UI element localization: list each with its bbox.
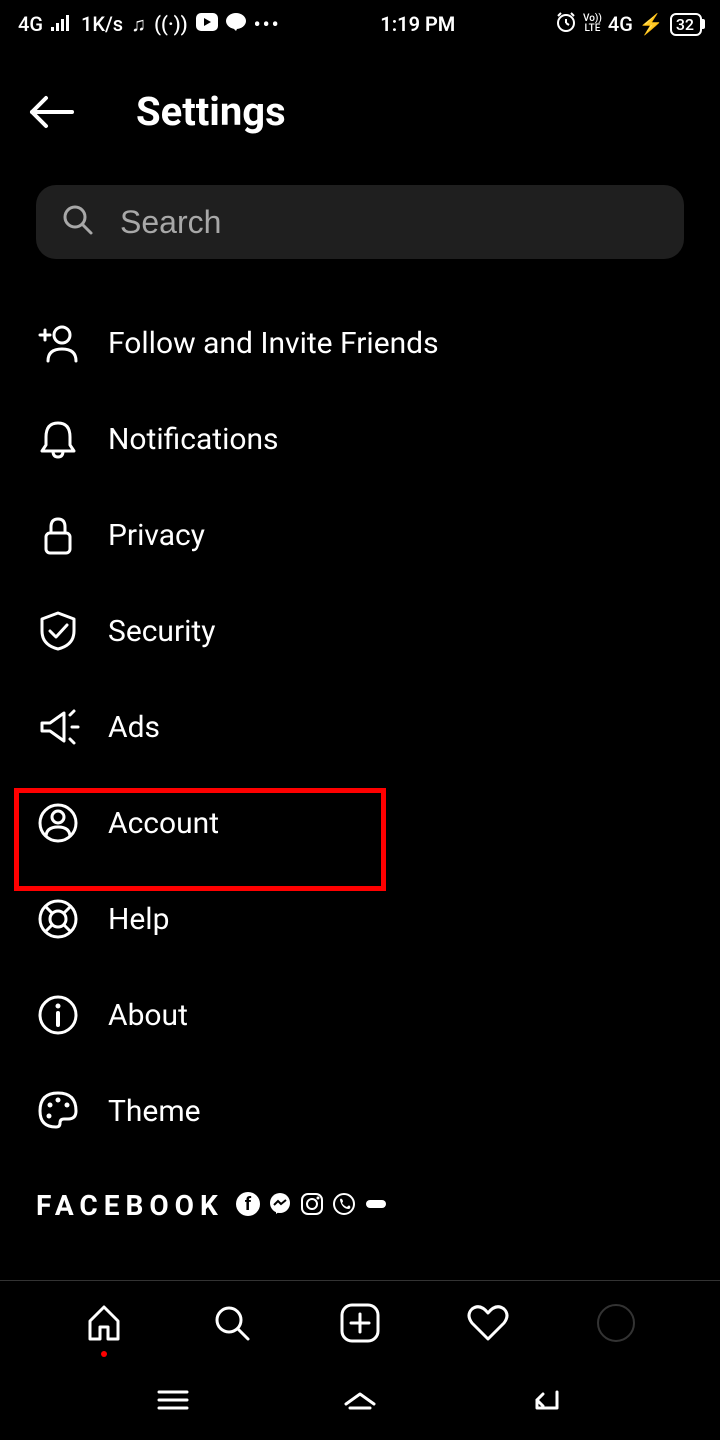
status-bar: 4G 1K/s ♫ ((·)) ••• 1:19 PM Vo))LTE 4G ⚡… [0, 0, 720, 48]
svg-text:f: f [245, 1194, 252, 1215]
menu-item-notifications[interactable]: Notifications [36, 391, 684, 487]
menu-label: Privacy [108, 518, 205, 553]
person-add-icon [36, 321, 80, 365]
charging-icon: ⚡ [639, 12, 664, 36]
facebook-brand: FACEBOOK [36, 1189, 224, 1222]
back-button[interactable] [28, 94, 76, 130]
menu-item-about[interactable]: About [36, 967, 684, 1063]
menu-label: Security [108, 614, 215, 649]
menu-label: Help [108, 902, 169, 937]
more-icon: ••• [254, 12, 281, 36]
status-right: Vo))LTE 4G ⚡ 32 [555, 11, 702, 38]
menu-item-theme[interactable]: Theme [36, 1063, 684, 1159]
menu-item-account[interactable]: Account [36, 775, 684, 871]
sys-home[interactable] [340, 1386, 380, 1418]
sys-recent[interactable] [153, 1386, 193, 1418]
info-icon [36, 993, 80, 1037]
system-nav [0, 1364, 720, 1440]
oculus-icon [364, 1192, 388, 1220]
menu-label: About [108, 998, 188, 1033]
alarm-icon [555, 11, 577, 38]
lock-icon [36, 513, 80, 557]
battery-indicator: 32 [670, 13, 702, 36]
status-left: 4G 1K/s ♫ ((·)) ••• [18, 12, 281, 37]
menu-item-privacy[interactable]: Privacy [36, 487, 684, 583]
facebook-icon: f [236, 1192, 260, 1220]
sys-back[interactable] [527, 1386, 567, 1418]
page-title: Settings [136, 88, 286, 135]
menu-item-ads[interactable]: Ads [36, 679, 684, 775]
youtube-icon [196, 12, 218, 36]
nav-search[interactable] [208, 1299, 256, 1347]
menu-item-follow-invite[interactable]: Follow and Invite Friends [36, 295, 684, 391]
search-input[interactable] [120, 204, 658, 241]
palette-icon [36, 1089, 80, 1133]
shield-icon [36, 609, 80, 653]
settings-menu: Follow and Invite Friends Notifications … [0, 259, 720, 1159]
chat-icon [226, 12, 246, 36]
volte-indicator: Vo))LTE [583, 14, 602, 34]
app-bottom-nav [0, 1280, 720, 1364]
footer-brand: FACEBOOK f [0, 1159, 720, 1222]
brand-icons: f [236, 1192, 388, 1220]
search-bar[interactable] [36, 185, 684, 259]
bell-icon [36, 417, 80, 461]
menu-label: Theme [108, 1094, 201, 1129]
whatsapp-icon [332, 1192, 356, 1220]
megaphone-icon [36, 705, 80, 749]
network-indicator: 4G [18, 12, 43, 36]
hotspot-icon: ((·)) [154, 12, 188, 36]
menu-item-help[interactable]: Help [36, 871, 684, 967]
instagram-icon [300, 1192, 324, 1220]
nav-home[interactable] [80, 1299, 128, 1347]
nav-activity[interactable] [464, 1299, 512, 1347]
menu-label: Follow and Invite Friends [108, 326, 439, 361]
header: Settings [0, 48, 720, 185]
secondary-network: 4G [608, 12, 633, 36]
nav-add-post[interactable] [336, 1299, 384, 1347]
menu-item-security[interactable]: Security [36, 583, 684, 679]
messenger-icon [268, 1192, 292, 1220]
nav-profile[interactable] [592, 1299, 640, 1347]
menu-label: Ads [108, 710, 160, 745]
music-icon: ♫ [131, 12, 146, 37]
menu-label: Notifications [108, 422, 279, 457]
menu-label: Account [108, 806, 219, 841]
account-icon [36, 801, 80, 845]
signal-icon [51, 12, 73, 36]
search-icon [62, 204, 94, 240]
data-speed: 1K/s [81, 12, 123, 36]
lifebuoy-icon [36, 897, 80, 941]
clock: 1:19 PM [380, 12, 455, 36]
